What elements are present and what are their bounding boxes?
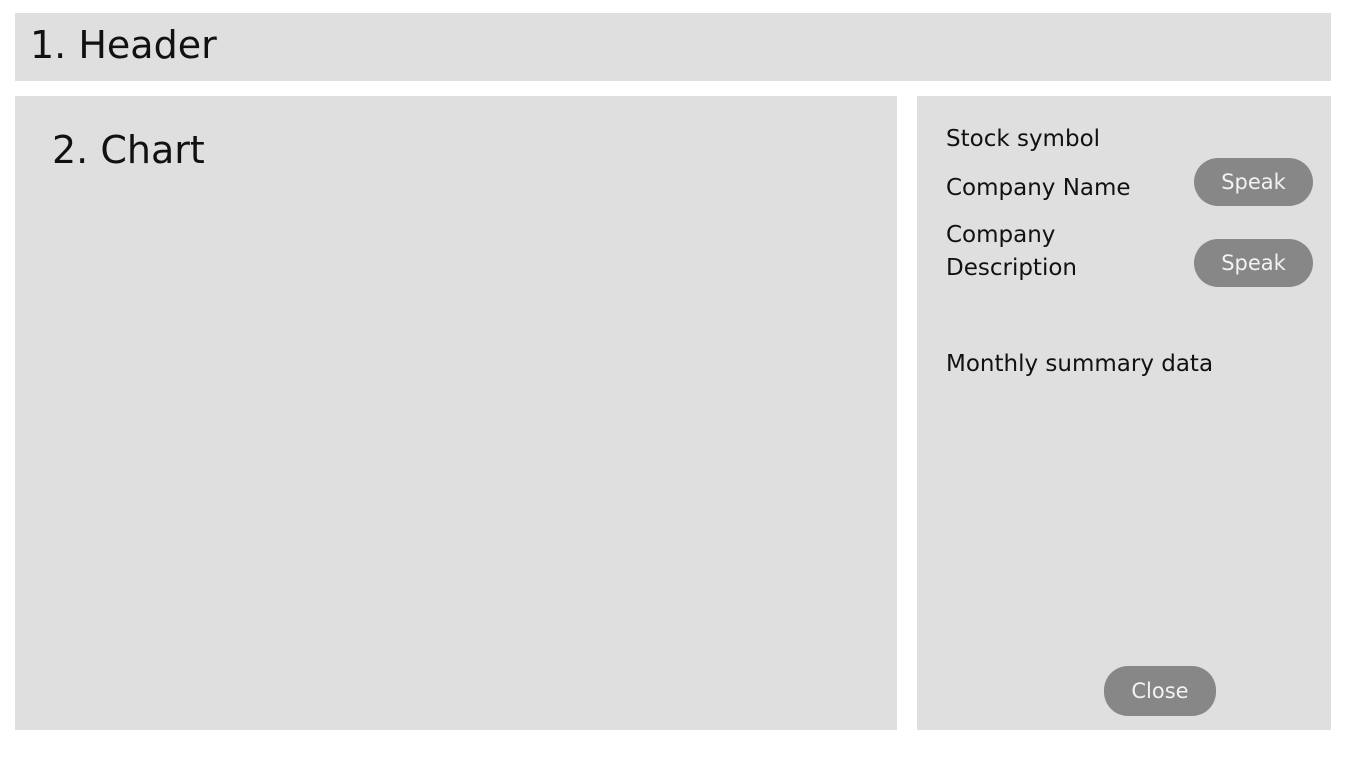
stock-symbol-label: Stock symbol [946,126,1101,152]
page: 1. Header 2. Chart Stock symbol Company … [0,0,1366,768]
speak-company-description-button[interactable]: Speak [1194,239,1313,287]
company-description-label: Company Description [946,222,1077,281]
details-panel: Stock symbol Company Name Speak Company … [917,96,1331,730]
header-title: 1. Header [30,23,217,67]
speak-company-name-button[interactable]: Speak [1194,158,1313,206]
chart-panel: 2. Chart [15,96,897,730]
header-panel: 1. Header [15,13,1331,81]
monthly-summary-label: Monthly summary data [946,351,1214,377]
company-name-label: Company Name [946,175,1131,201]
close-button[interactable]: Close [1104,666,1216,716]
chart-title: 2. Chart [52,128,205,172]
